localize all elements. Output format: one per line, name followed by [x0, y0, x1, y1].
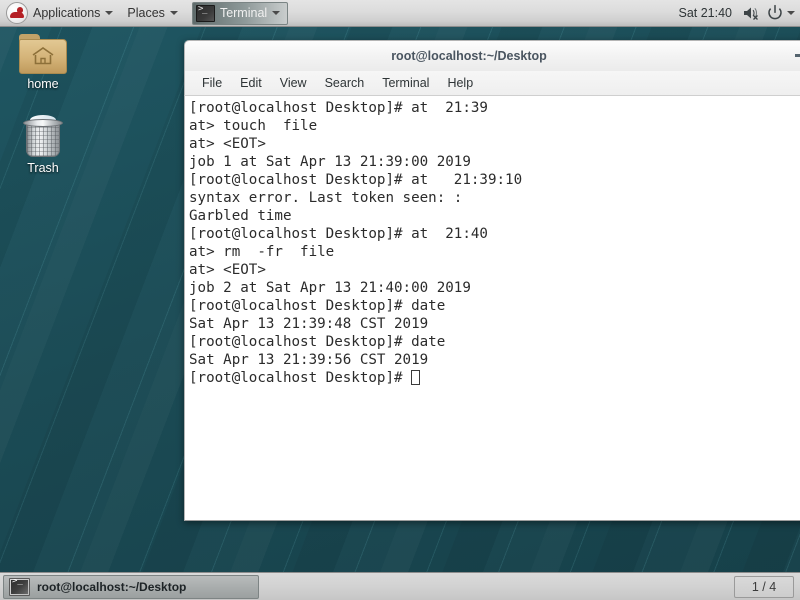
terminal-menubar: File Edit View Search Terminal Help — [184, 71, 800, 96]
terminal-line: [root@localhost Desktop]# date — [189, 334, 446, 350]
minimize-button[interactable] — [795, 54, 800, 57]
terminal-line: at> <EOT> — [189, 136, 266, 152]
menu-item-edit[interactable]: Edit — [231, 74, 271, 92]
terminal-lines: [root@localhost Desktop]# at 21:39 at> to… — [189, 99, 800, 387]
taskbar-item-terminal[interactable]: >_ root@localhost:~/Desktop — [3, 574, 259, 599]
terminal-line: [root@localhost Desktop]# at 21:39 — [189, 100, 488, 116]
terminal-output-area[interactable]: [root@localhost Desktop]# at 21:39 at> to… — [184, 96, 800, 521]
workspace-switcher-label: 1 / 4 — [751, 579, 777, 594]
chevron-down-icon — [105, 11, 114, 15]
workspace-switcher[interactable]: 1 / 4 — [734, 575, 794, 598]
house-glyph-icon — [32, 47, 54, 65]
desktop-icon-label: Trash — [27, 161, 59, 175]
bottom-panel: >_ root@localhost:~/Desktop 1 / 4 — [0, 572, 800, 600]
terminal-line: at> <EOT> — [189, 262, 266, 278]
terminal-line: job 1 at Sat Apr 13 21:39:00 2019 — [189, 154, 471, 170]
terminal-cursor — [411, 370, 421, 385]
menu-item-help[interactable]: Help — [438, 74, 482, 92]
terminal-line: [root@localhost Desktop]# date — [189, 298, 446, 314]
terminal-line: job 2 at Sat Apr 13 21:40:00 2019 — [189, 280, 471, 296]
terminal-title: root@localhost:~/Desktop — [391, 49, 547, 63]
terminal-line: Sat Apr 13 21:39:56 CST 2019 — [189, 352, 429, 368]
chevron-down-icon — [272, 11, 281, 15]
panel-window-item-terminal[interactable]: Terminal — [191, 1, 289, 25]
home-folder-icon — [19, 34, 67, 74]
taskbar-item-label: root@localhost:~/Desktop — [37, 579, 187, 594]
terminal-prompt: [root@localhost Desktop]# — [189, 370, 412, 386]
clock[interactable]: Sat 21:40 — [671, 6, 739, 20]
menu-item-search[interactable]: Search — [316, 74, 374, 92]
top-panel: Applications Places Terminal Sat 21:40 — [0, 0, 800, 27]
speaker-muted-icon[interactable] — [742, 4, 760, 22]
top-panel-left: Applications Places Terminal — [0, 0, 289, 26]
applications-menu[interactable]: Applications — [0, 0, 121, 26]
redhat-logo-icon — [6, 2, 28, 24]
terminal-line: [root@localhost Desktop]# at 21:40 — [189, 226, 488, 242]
power-icon[interactable] — [766, 4, 784, 22]
menu-item-view[interactable]: View — [271, 74, 316, 92]
terminal-icon: >_ — [9, 577, 30, 596]
terminal-line: syntax error. Last token seen: : — [189, 190, 463, 206]
terminal-line: Sat Apr 13 21:39:48 CST 2019 — [189, 316, 429, 332]
top-panel-right: Sat 21:40 — [671, 0, 800, 26]
desktop-icon-label: home — [27, 77, 59, 91]
terminal-line: at> rm -fr file — [189, 244, 335, 260]
terminal-prompt-line: [root@localhost Desktop]# — [189, 369, 800, 387]
terminal-line: [root@localhost Desktop]# at 21:39:10 — [189, 172, 523, 188]
places-menu-label: Places — [127, 6, 165, 20]
desktop-icon-home[interactable]: home — [6, 34, 80, 91]
menu-item-file[interactable]: File — [193, 74, 231, 92]
chevron-down-icon — [169, 11, 178, 15]
terminal-window[interactable]: root@localhost:~/Desktop File Edit View … — [184, 40, 800, 521]
terminal-line: Garbled time — [189, 208, 292, 224]
menu-item-terminal[interactable]: Terminal — [373, 74, 438, 92]
desktop-icon-trash[interactable]: Trash — [6, 112, 80, 175]
trash-bin-icon — [21, 112, 65, 158]
places-menu[interactable]: Places — [121, 0, 186, 26]
terminal-line: at> touch file — [189, 118, 318, 134]
terminal-icon — [195, 4, 215, 22]
applications-menu-label: Applications — [33, 6, 101, 20]
chevron-down-icon[interactable] — [787, 11, 795, 15]
panel-window-item-label: Terminal — [219, 6, 268, 20]
terminal-titlebar[interactable]: root@localhost:~/Desktop — [184, 40, 800, 71]
